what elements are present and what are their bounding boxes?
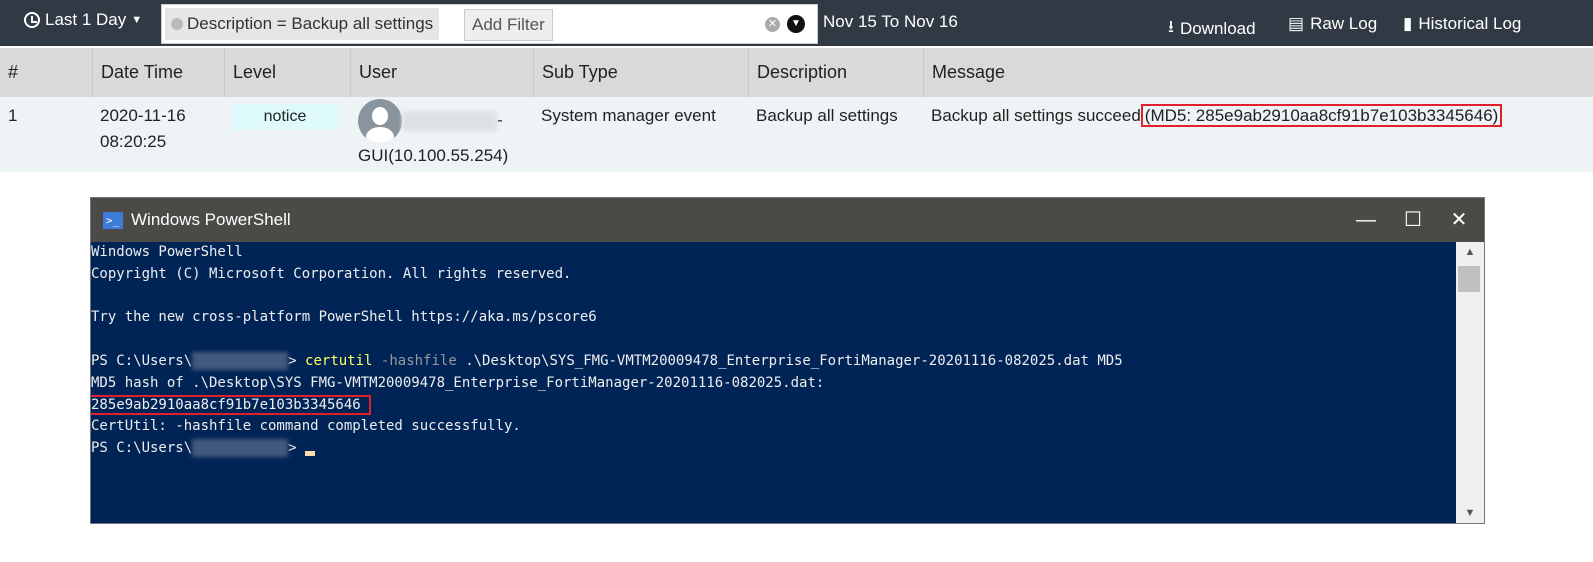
minimize-button[interactable]: — — [1343, 198, 1389, 242]
avatar — [358, 99, 402, 143]
col-level[interactable]: Level — [224, 48, 284, 97]
redacted-username — [402, 111, 497, 131]
raw-log-button[interactable]: ▤ Raw Log — [1288, 14, 1377, 34]
date-range: Nov 15 To Nov 16 — [823, 12, 958, 31]
col-subtype[interactable]: Sub Type — [533, 48, 626, 97]
filter-icon[interactable]: ▼ — [787, 15, 805, 33]
scrollbar[interactable]: ▲ ▼ — [1456, 242, 1484, 523]
level-badge: notice — [232, 104, 338, 130]
scroll-thumb[interactable] — [1458, 266, 1480, 292]
filter-chip[interactable]: Description = Backup all settings — [165, 8, 440, 40]
powershell-icon: >_ — [103, 211, 123, 229]
console-output[interactable]: Windows PowerShell Copyright (C) Microsof… — [91, 242, 1456, 523]
powershell-window: >_ Windows PowerShell — ☐ ✕ Windows Powe… — [90, 197, 1485, 524]
md5-highlight: (MD5: 285e9ab2910aa8cf91b7e103b3345646) — [1140, 104, 1503, 127]
remove-chip-icon[interactable] — [171, 18, 183, 30]
col-description[interactable]: Description — [748, 48, 855, 97]
clock-icon — [24, 12, 40, 28]
col-message[interactable]: Message — [923, 48, 1013, 97]
redacted-user — [192, 439, 289, 458]
table-row[interactable]: 1 2020-11-16 08:20:25 notice - GUI(10.100.… — [0, 97, 1593, 172]
table-header: # Date Time Level User Sub Type Descript… — [0, 48, 1593, 97]
redacted-user — [192, 351, 289, 370]
download-button[interactable]: ⭳ Download — [1168, 14, 1256, 43]
add-filter-button[interactable]: Add Filter — [464, 9, 553, 41]
time-range-dropdown[interactable]: Last 1 Day ▼ — [24, 10, 142, 30]
filter-input[interactable]: Description = Backup all settings Add Fi… — [161, 4, 818, 44]
scroll-up-icon[interactable]: ▲ — [1456, 246, 1484, 258]
log-icon: ▤ — [1288, 14, 1305, 33]
clear-icon[interactable]: ✕ — [765, 17, 780, 32]
cursor — [305, 450, 316, 456]
col-datetime[interactable]: Date Time — [92, 48, 191, 97]
log-toolbar: Last 1 Day ▼ Description = Backup all set… — [0, 0, 1593, 46]
scroll-down-icon[interactable]: ▼ — [1456, 507, 1484, 519]
download-icon: ⭳ — [1168, 17, 1174, 36]
hash-highlight: 285e9ab2910aa8cf91b7e103b3345646 — [91, 394, 371, 415]
close-button[interactable]: ✕ — [1436, 198, 1482, 242]
col-num[interactable]: # — [0, 48, 26, 97]
col-user[interactable]: User — [350, 48, 405, 97]
historical-log-button[interactable]: ▮ Historical Log — [1403, 14, 1521, 34]
maximize-button[interactable]: ☐ — [1390, 198, 1436, 242]
caret-down-icon: ▼ — [131, 14, 143, 26]
title-bar[interactable]: >_ Windows PowerShell — ☐ ✕ — [91, 198, 1484, 242]
file-icon: ▮ — [1403, 14, 1413, 33]
